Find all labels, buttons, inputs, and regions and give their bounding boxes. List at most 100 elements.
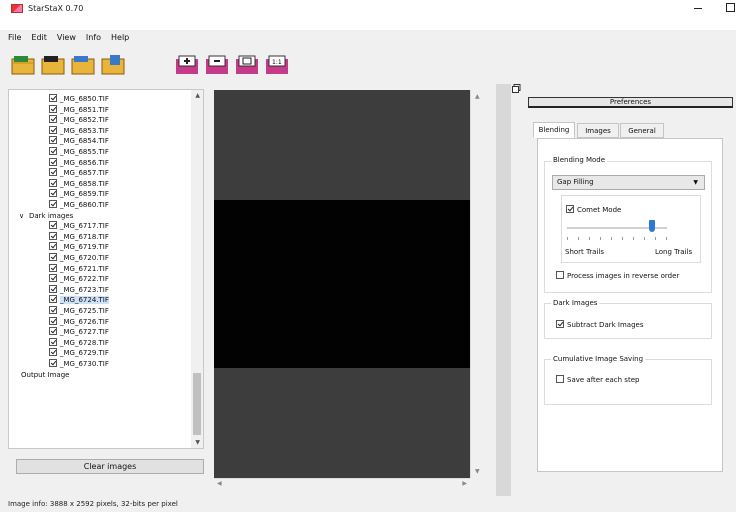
fit-button[interactable]: [234, 53, 261, 77]
checkbox-checked-icon[interactable]: [49, 147, 57, 155]
scroll-down-icon[interactable]: ▼: [195, 439, 200, 446]
checkbox-checked-icon[interactable]: [49, 104, 57, 113]
dock-float-icon[interactable]: [512, 84, 521, 93]
menu-help[interactable]: Help: [111, 33, 129, 45]
menu-edit[interactable]: Edit: [31, 33, 47, 45]
save-icon: [71, 56, 95, 75]
zoom-in-button[interactable]: [174, 53, 201, 77]
reverse-order-checkbox[interactable]: Process images in reverse order: [556, 271, 679, 280]
list-item[interactable]: _MG_6851.TIF: [49, 104, 109, 116]
menu-view[interactable]: View: [57, 33, 76, 45]
list-item[interactable]: _MG_6859.TIF: [49, 189, 109, 200]
comet-mode-checkbox[interactable]: Comet Mode: [566, 205, 621, 214]
checkbox-checked-icon[interactable]: [49, 337, 57, 346]
list-item[interactable]: _MG_6722.TIF: [49, 274, 109, 285]
panel-splitter[interactable]: [496, 84, 511, 496]
list-item[interactable]: _MG_6724.TIF: [49, 295, 109, 306]
checkbox-checked-icon[interactable]: [49, 157, 57, 166]
checkbox-checked-icon[interactable]: [49, 316, 57, 325]
checkbox-checked-icon: [556, 320, 564, 328]
slider-thumb[interactable]: [649, 220, 655, 232]
preview-vertical-scrollbar[interactable]: ▲ ▼: [470, 90, 484, 478]
export-button[interactable]: [100, 53, 127, 77]
checkbox-checked-icon[interactable]: [49, 295, 57, 304]
checkbox-checked-icon[interactable]: [49, 136, 57, 145]
actual-size-button[interactable]: 1:1: [264, 53, 291, 77]
list-item[interactable]: _MG_6856.TIF: [49, 157, 109, 169]
file-name: _MG_6726.TIF: [60, 317, 109, 326]
checkbox-checked-icon[interactable]: [49, 359, 57, 367]
preview-horizontal-scrollbar[interactable]: ◀ ▶: [214, 478, 470, 488]
blending-mode-select[interactable]: Gap Filling ▼: [552, 175, 705, 190]
tree-scrollbar[interactable]: ▲ ▼: [191, 90, 203, 448]
list-item[interactable]: _MG_6721.TIF: [49, 263, 109, 275]
save-each-step-checkbox[interactable]: Save after each step: [556, 375, 639, 384]
list-item[interactable]: _MG_6729.TIF: [49, 348, 109, 359]
list-item[interactable]: _MG_6853.TIF: [49, 125, 109, 137]
list-item[interactable]: _MG_6726.TIF: [49, 316, 109, 328]
list-item[interactable]: _MG_6855.TIF: [49, 147, 109, 158]
list-item[interactable]: _MG_6723.TIF: [49, 284, 109, 296]
zoom-out-button[interactable]: [204, 53, 231, 77]
tree-scroll-thumb[interactable]: [193, 373, 201, 435]
menu-info[interactable]: Info: [86, 33, 101, 45]
scroll-right-icon[interactable]: ▶: [462, 480, 467, 487]
minimize-icon[interactable]: [694, 8, 702, 9]
list-item[interactable]: _MG_6727.TIF: [49, 327, 109, 338]
list-item[interactable]: _MG_6725.TIF: [49, 306, 109, 317]
list-item[interactable]: _MG_6854.TIF: [49, 136, 109, 147]
list-item[interactable]: _MG_6730.TIF: [49, 359, 109, 370]
list-item[interactable]: _MG_6857.TIF: [49, 168, 109, 179]
tab-images[interactable]: Images: [577, 123, 619, 138]
list-item[interactable]: _MG_6718.TIF: [49, 231, 109, 243]
long-trails-label: Long Trails: [655, 248, 693, 256]
open-dark-button[interactable]: [40, 53, 67, 77]
checkbox-checked-icon[interactable]: [49, 348, 57, 357]
file-name: _MG_6850.TIF: [60, 95, 109, 103]
checkbox-checked-icon[interactable]: [49, 115, 57, 124]
checkbox-checked-icon[interactable]: [49, 168, 57, 177]
checkbox-checked-icon[interactable]: [49, 242, 57, 251]
checkbox-checked-icon[interactable]: [49, 231, 57, 240]
list-item[interactable]: _MG_6858.TIF: [49, 178, 109, 190]
tab-blending[interactable]: Blending: [533, 122, 575, 138]
clear-images-button[interactable]: Clear images: [16, 459, 204, 474]
checkbox-checked-icon[interactable]: [49, 274, 57, 283]
checkbox-checked-icon[interactable]: [49, 94, 57, 102]
list-item[interactable]: _MG_6717.TIF: [49, 221, 109, 232]
list-item[interactable]: _MG_6852.TIF: [49, 115, 109, 126]
menu-file[interactable]: File: [8, 33, 21, 45]
checkbox-checked-icon[interactable]: [49, 253, 57, 261]
list-item[interactable]: _MG_6728.TIF: [49, 337, 109, 349]
list-item[interactable]: _MG_6719.TIF: [49, 242, 109, 253]
checkbox-checked-icon[interactable]: [49, 125, 57, 134]
chevron-down-icon[interactable]: ∨: [19, 211, 29, 221]
checkbox-checked-icon[interactable]: [49, 200, 57, 208]
svg-text:1:1: 1:1: [272, 59, 282, 66]
maximize-icon[interactable]: [726, 3, 735, 12]
checkbox-checked-icon[interactable]: [49, 178, 57, 187]
checkbox-checked-icon[interactable]: [49, 221, 57, 230]
list-item[interactable]: _MG_6860.TIF: [49, 200, 109, 211]
scroll-down-icon[interactable]: ▼: [475, 468, 480, 475]
open-images-button[interactable]: [10, 53, 37, 77]
scroll-left-icon[interactable]: ◀: [217, 480, 222, 487]
checkbox-checked-icon[interactable]: [49, 263, 57, 272]
tree-group-dark-images[interactable]: ∨ Dark images: [19, 211, 73, 222]
scroll-up-icon[interactable]: ▲: [475, 93, 480, 100]
subtract-dark-checkbox[interactable]: Subtract Dark Images: [556, 320, 643, 329]
preferences-header[interactable]: Preferences: [528, 97, 733, 108]
checkbox-checked-icon[interactable]: [49, 189, 57, 198]
tab-general[interactable]: General: [620, 123, 664, 138]
image-tree[interactable]: ▲ ▼ _MG_6850.TIF _MG_6851.TIF _MG_6852.TIF…: [8, 89, 204, 449]
save-button[interactable]: [70, 53, 97, 77]
checkbox-checked-icon[interactable]: [49, 284, 57, 293]
list-item[interactable]: _MG_6720.TIF: [49, 253, 109, 264]
scroll-up-icon[interactable]: ▲: [195, 92, 200, 99]
list-item[interactable]: _MG_6850.TIF: [49, 94, 109, 105]
tree-group-output-image[interactable]: Output Image: [21, 370, 69, 381]
checkbox-checked-icon[interactable]: [49, 306, 57, 314]
checkbox-checked-icon[interactable]: [49, 327, 57, 336]
image-preview[interactable]: [214, 90, 470, 478]
file-name: _MG_6853.TIF: [60, 126, 109, 135]
